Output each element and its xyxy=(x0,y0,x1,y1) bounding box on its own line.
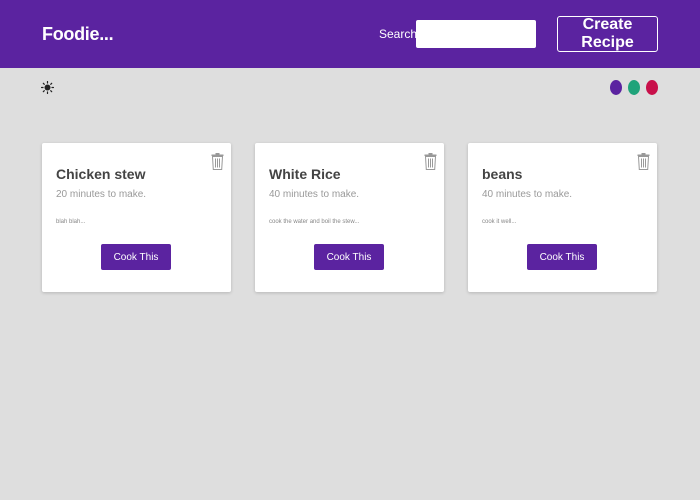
trash-icon[interactable] xyxy=(211,153,224,170)
recipe-method: blah blah... xyxy=(56,219,86,225)
create-recipe-button[interactable]: Create Recipe xyxy=(557,16,658,52)
color-swatch-red[interactable] xyxy=(646,80,658,95)
recipe-title: Chicken stew xyxy=(56,166,146,182)
search-input[interactable] xyxy=(416,20,536,48)
recipe-method: cook it well... xyxy=(482,219,517,225)
recipe-time: 40 minutes to make. xyxy=(269,189,360,200)
sun-icon[interactable] xyxy=(40,80,55,95)
recipe-method: cook the water and boil the stew... xyxy=(269,219,360,225)
recipe-time: 40 minutes to make. xyxy=(482,189,573,200)
cook-this-button[interactable]: Cook This xyxy=(527,244,597,270)
recipe-card: White Rice 40 minutes to make. cook the … xyxy=(255,143,444,292)
recipe-card: beans 40 minutes to make. cook it well..… xyxy=(468,143,657,292)
recipe-title: White Rice xyxy=(269,166,341,182)
trash-icon[interactable] xyxy=(424,153,437,170)
search-label: Search: xyxy=(379,27,421,41)
color-swatch-green[interactable] xyxy=(628,80,640,95)
recipe-time: 20 minutes to make. xyxy=(56,189,147,200)
trash-icon[interactable] xyxy=(637,153,650,170)
navbar: Foodie... Search: Create Recipe xyxy=(0,0,700,68)
cook-this-button[interactable]: Cook This xyxy=(314,244,384,270)
recipe-title: beans xyxy=(482,166,523,182)
recipe-card: Chicken stew 20 minutes to make. blah bl… xyxy=(42,143,231,292)
cook-this-button[interactable]: Cook This xyxy=(101,244,171,270)
brand-logo[interactable]: Foodie... xyxy=(42,24,114,45)
color-swatch-purple[interactable] xyxy=(610,80,622,95)
